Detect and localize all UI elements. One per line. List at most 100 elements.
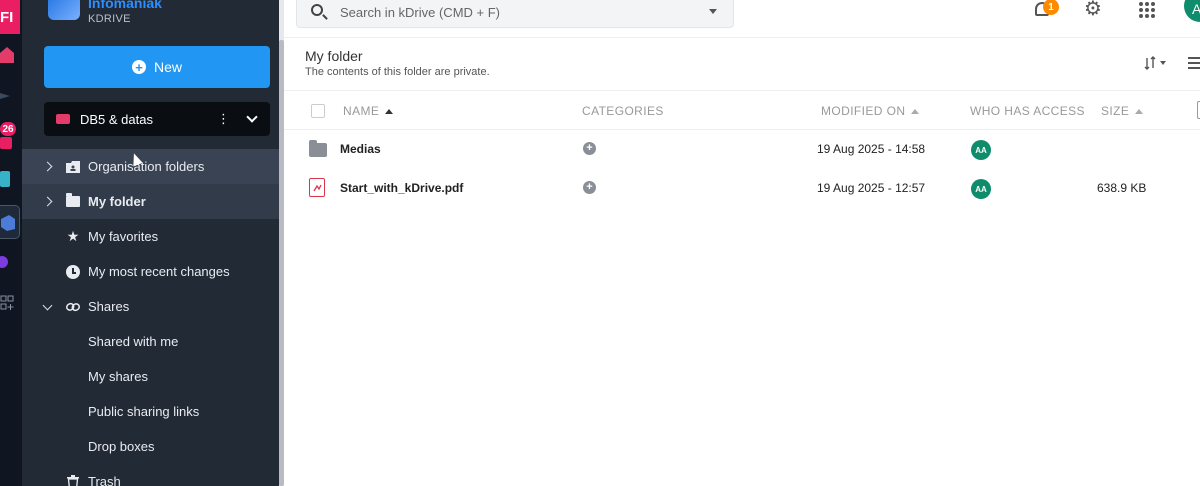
apps-grid-icon[interactable] — [1139, 2, 1155, 18]
sidebar: Infomaniak KDRIVE + New DB5 & datas ⋮ Or… — [22, 0, 280, 486]
rail-home-icon[interactable] — [0, 44, 22, 64]
access-avatar[interactable]: AA — [971, 179, 991, 199]
sort-asc-icon — [911, 108, 920, 114]
page-subtitle: The contents of this folder are private. — [305, 66, 490, 78]
sidebar-item-my-folder[interactable]: My folder — [22, 184, 280, 219]
sidebar-item-public-sharing-links[interactable]: Public sharing links — [22, 394, 280, 429]
chat-icon — [0, 256, 8, 268]
clock-icon — [66, 264, 80, 279]
sidebar-item-organisation-folders[interactable]: Organisation folders — [22, 149, 280, 184]
sidebar-item-label: My folder — [88, 194, 146, 209]
sidebar-item-label: My favorites — [88, 229, 159, 244]
add-category-icon[interactable]: + — [583, 142, 596, 155]
sidebar-item-label: Shares — [88, 299, 130, 314]
sidebar-item-label: My shares — [88, 369, 148, 384]
user-avatar[interactable]: A — [1184, 0, 1200, 22]
add-category-icon[interactable]: + — [583, 181, 596, 194]
new-button[interactable]: + New — [44, 46, 270, 88]
kdrive-icon — [1, 215, 15, 231]
link-icon — [66, 300, 80, 314]
brand-subtitle: KDRIVE — [88, 13, 131, 25]
sort-caret-icon — [1160, 61, 1166, 65]
drive-menu-icon[interactable]: ⋮ — [217, 111, 230, 127]
drive-icon — [56, 114, 70, 124]
folder-icon — [66, 193, 80, 209]
sidebar-item-my-favorites[interactable]: ★ My favorites — [22, 219, 280, 254]
sidebar-item-label: Public sharing links — [88, 404, 200, 419]
sidebar-item-label: Shared with me — [88, 334, 179, 349]
sidebar-item-my-shares[interactable]: My shares — [22, 359, 280, 394]
sidebar-item-drop-boxes[interactable]: Drop boxes — [22, 429, 280, 464]
file-size: 638.9 KB — [1097, 181, 1147, 195]
pdf-file-icon — [309, 178, 325, 197]
rail-app-label: FI — [0, 8, 14, 26]
brand-title: Infomaniak — [88, 0, 162, 11]
sidebar-item-label: Organisation folders — [88, 159, 205, 174]
chevron-down-icon[interactable] — [246, 111, 258, 123]
list-view-icon[interactable] — [1188, 57, 1200, 69]
mail-icon — [0, 93, 10, 99]
file-name[interactable]: Medias — [340, 142, 381, 156]
chevron-right-icon[interactable] — [42, 161, 53, 172]
file-name[interactable]: Start_with_kDrive.pdf — [340, 181, 463, 195]
rail-mail-icon[interactable] — [0, 86, 22, 106]
table-row[interactable]: Start_with_kDrive.pdf + 19 Aug 2025 - 12… — [284, 169, 1200, 208]
rail-more-apps-icon[interactable] — [0, 294, 22, 316]
access-avatar[interactable]: AA — [971, 140, 991, 160]
column-header-modified[interactable]: MODIFIED ON — [821, 104, 920, 118]
sort-asc-icon — [385, 108, 394, 114]
drive-selector[interactable]: DB5 & datas ⋮ — [44, 102, 270, 136]
rail-kdrive-active[interactable] — [0, 205, 20, 239]
sidebar-item-trash[interactable]: Trash — [22, 464, 280, 486]
modified-date: 19 Aug 2025 - 12:57 — [817, 181, 926, 195]
rail-calendar-icon[interactable] — [0, 137, 22, 149]
rail-cube-icon[interactable] — [0, 170, 22, 188]
search-placeholder: Search in kDrive (CMD + F) — [340, 5, 500, 20]
modified-date: 19 Aug 2025 - 14:58 — [817, 142, 926, 156]
calendar-icon — [0, 137, 12, 149]
column-header-access: WHO HAS ACCESS — [970, 104, 1085, 118]
topbar: Search in kDrive (CMD + F) 1 ⚙ A — [284, 0, 1200, 38]
brand[interactable]: Infomaniak KDRIVE — [48, 0, 162, 30]
sort-icon — [1144, 56, 1156, 70]
plus-circle-icon: + — [131, 60, 146, 74]
search-icon — [311, 4, 323, 16]
drive-name: DB5 & datas — [80, 111, 153, 127]
folder-icon — [309, 140, 327, 157]
rail-kchat-icon[interactable] — [0, 254, 22, 270]
apps-add-icon — [0, 295, 14, 310]
column-header-size[interactable]: SIZE — [1101, 104, 1144, 118]
table-row[interactable]: Medias + 19 Aug 2025 - 14:58 AA — [284, 130, 1200, 169]
chevron-right-icon[interactable] — [42, 196, 53, 207]
select-all-checkbox[interactable] — [311, 104, 325, 118]
notifications-badge: 1 — [1043, 0, 1059, 15]
sidebar-item-label: My most recent changes — [88, 264, 230, 279]
kdrive-logo-icon — [48, 0, 80, 20]
star-icon: ★ — [66, 228, 80, 244]
org-folder-icon — [66, 160, 80, 174]
sidebar-item-shares[interactable]: Shares — [22, 289, 280, 324]
sort-asc-icon — [1135, 108, 1144, 114]
chevron-down-icon[interactable] — [42, 300, 53, 311]
sidebar-item-label: Trash — [88, 474, 121, 486]
column-header-categories: CATEGORIES — [582, 104, 664, 118]
app-rail: FI 26 — [0, 0, 22, 486]
home-icon — [0, 47, 14, 63]
page-title: My folder — [305, 48, 363, 64]
rail-badge: 26 — [0, 122, 16, 136]
sidebar-item-label: Drop boxes — [88, 439, 155, 454]
gear-icon[interactable]: ⚙ — [1084, 0, 1104, 20]
sidebar-item-shared-with-me[interactable]: Shared with me — [22, 324, 280, 359]
sort-button[interactable] — [1144, 56, 1166, 70]
table-header: NAME CATEGORIES MODIFIED ON WHO HAS ACCE… — [284, 90, 1200, 130]
sidebar-item-recent-changes[interactable]: My most recent changes — [22, 254, 280, 289]
new-button-label: New — [153, 59, 182, 75]
sidebar-nav: Organisation folders My folder ★ My favo… — [22, 149, 280, 486]
rail-app-logo[interactable]: FI — [0, 0, 20, 34]
search-input[interactable]: Search in kDrive (CMD + F) — [296, 0, 734, 28]
cube-icon — [0, 171, 10, 187]
search-options-caret-icon[interactable] — [709, 9, 717, 14]
main-content: My folder The contents of this folder ar… — [284, 38, 1200, 486]
column-header-name[interactable]: NAME — [343, 104, 394, 118]
trash-icon — [66, 474, 80, 486]
